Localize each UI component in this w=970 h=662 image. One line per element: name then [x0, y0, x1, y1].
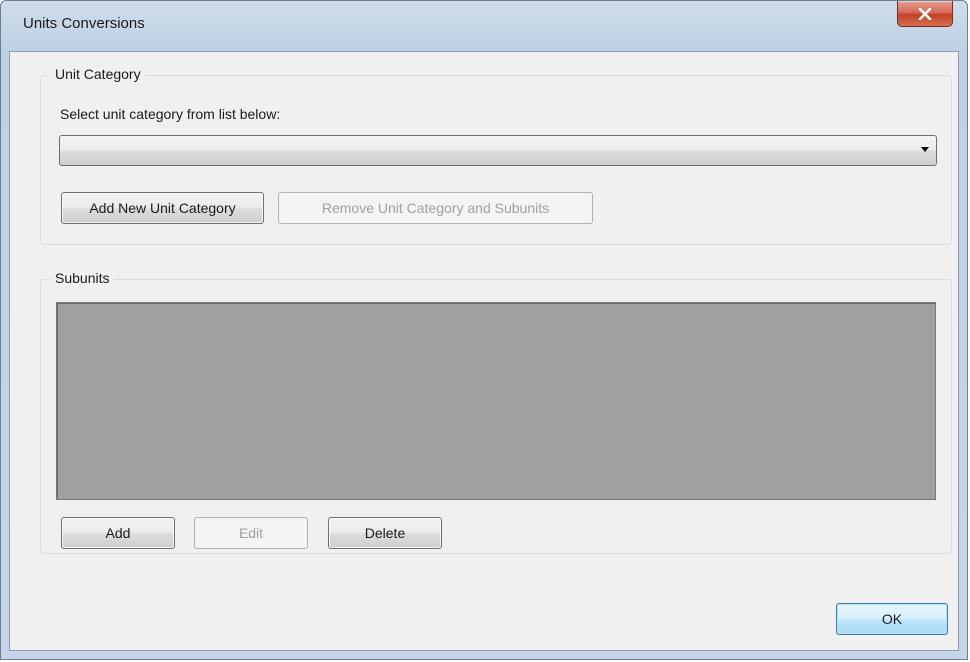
dialog-window: Units Conversions Unit Category Select u…	[0, 0, 968, 660]
window-title: Units Conversions	[23, 15, 145, 32]
close-icon	[918, 7, 932, 20]
select-category-prompt: Select unit category from list below:	[60, 106, 281, 122]
delete-subunit-button[interactable]: Delete	[328, 517, 442, 549]
subunits-group-label: Subunits	[51, 270, 114, 286]
unit-category-group-label: Unit Category	[51, 66, 145, 82]
add-unit-category-button[interactable]: Add New Unit Category	[61, 192, 264, 224]
add-subunit-button[interactable]: Add	[61, 517, 175, 549]
unit-category-group: Unit Category Select unit category from …	[40, 66, 952, 245]
subunits-list[interactable]	[56, 302, 936, 500]
edit-subunit-button[interactable]: Edit	[194, 517, 308, 549]
unit-category-combobox[interactable]	[59, 135, 937, 166]
title-bar[interactable]: Units Conversions	[1, 1, 967, 51]
ok-button[interactable]: OK	[836, 603, 948, 635]
chevron-down-icon	[921, 147, 929, 152]
subunits-group: Subunits Add Edit Delete	[40, 270, 952, 554]
close-button[interactable]	[897, 1, 953, 27]
dialog-client-area: Unit Category Select unit category from …	[9, 51, 959, 651]
remove-unit-category-button[interactable]: Remove Unit Category and Subunits	[278, 192, 593, 224]
